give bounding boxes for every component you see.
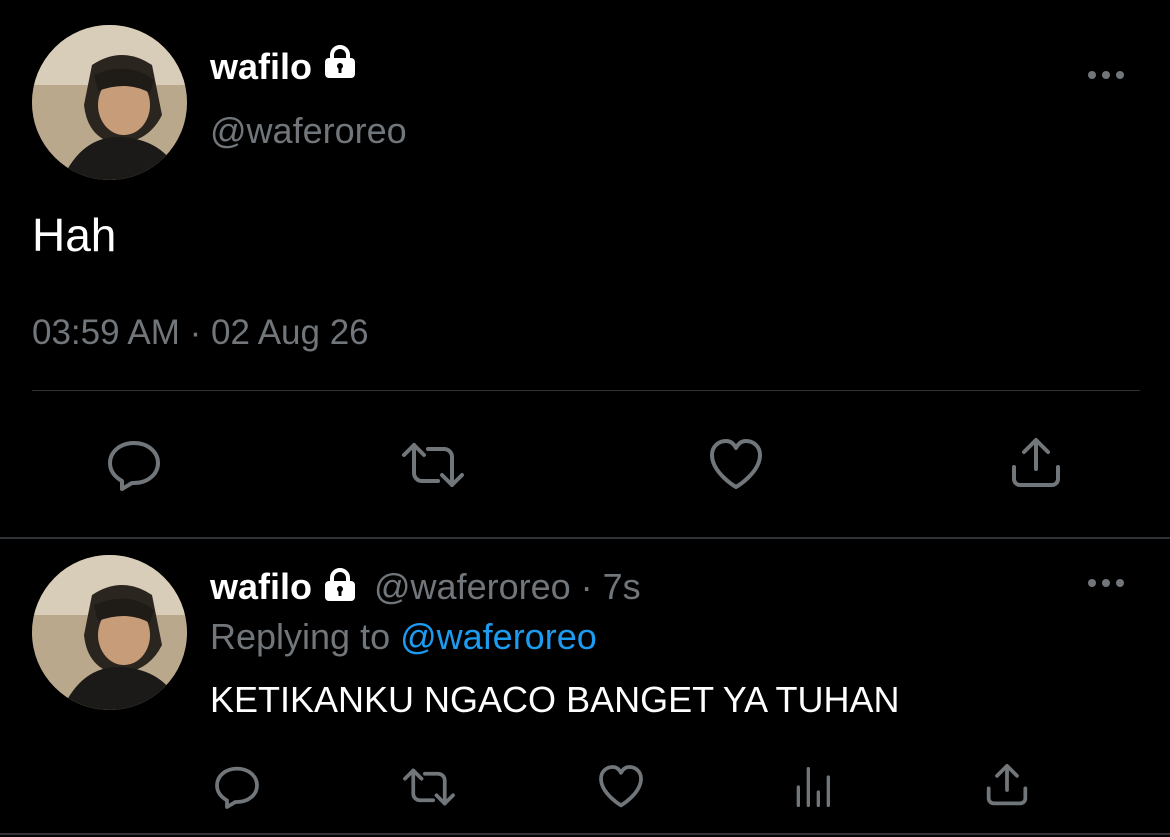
more-icon[interactable] — [1086, 576, 1126, 590]
display-name[interactable]: wafilo — [210, 44, 358, 89]
tweet-text: Hah — [32, 209, 117, 261]
display-name-text: wafilo — [210, 45, 313, 87]
replying-to: Replying to @waferoreo — [210, 616, 597, 658]
user-handle-and-time[interactable]: @waferoreo · 7s — [374, 566, 641, 608]
share-icon[interactable] — [982, 760, 1032, 815]
user-handle[interactable]: @waferoreo — [210, 110, 407, 152]
tweet-text: KETIKANKU NGACO BANGET YA TUHAN — [210, 679, 900, 720]
reply-icon[interactable] — [212, 762, 262, 817]
divider — [0, 833, 1170, 835]
tweet-thread: wafilo @waferoreo Hah 03:59 AM · 02 Aug … — [0, 0, 1170, 837]
more-icon[interactable] — [1086, 68, 1126, 82]
divider — [32, 390, 1140, 391]
avatar[interactable] — [32, 555, 187, 710]
heart-icon[interactable] — [596, 762, 646, 817]
analytics-icon[interactable] — [790, 762, 840, 817]
section-divider — [0, 537, 1170, 539]
display-name-text[interactable]: wafilo — [210, 566, 312, 608]
heart-icon[interactable] — [706, 435, 766, 500]
mention-link[interactable]: @waferoreo — [400, 616, 597, 657]
avatar-photo — [32, 555, 187, 710]
share-icon[interactable] — [1006, 433, 1066, 498]
lock-icon — [322, 44, 358, 89]
avatar-photo — [32, 25, 187, 180]
replying-prefix: Replying to — [210, 616, 401, 657]
reply-icon[interactable] — [104, 435, 164, 500]
reply-header: wafilo @waferoreo · 7s — [210, 566, 641, 608]
tweet-timestamp[interactable]: 03:59 AM · 02 Aug 26 — [32, 313, 369, 353]
lock-icon — [322, 567, 358, 608]
avatar[interactable] — [32, 25, 187, 180]
retweet-icon[interactable] — [400, 762, 458, 817]
retweet-icon[interactable] — [398, 435, 468, 500]
